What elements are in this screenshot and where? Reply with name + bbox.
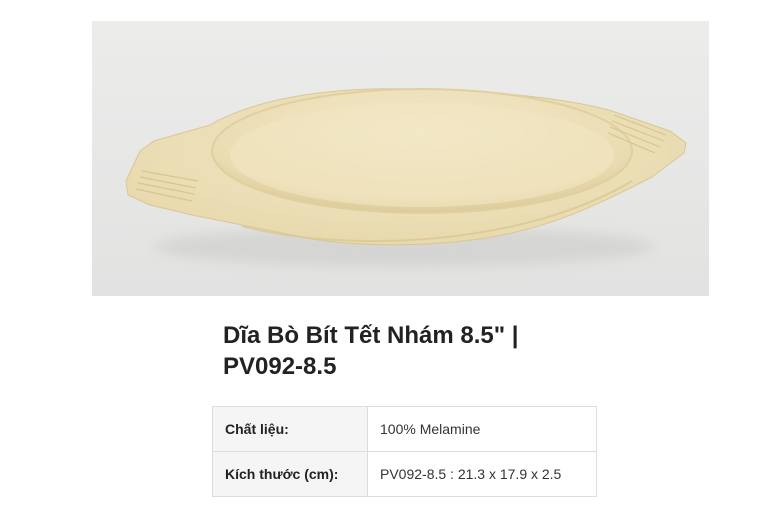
product-title-line1: Dĩa Bò Bít Tết Nhám 8.5" |: [223, 322, 519, 349]
spec-row-material: Chất liệu: 100% Melamine: [212, 406, 597, 452]
spec-value-material: 100% Melamine: [367, 406, 597, 452]
product-title-line2: PV092-8.5: [223, 353, 337, 380]
product-page: Dĩa Bò Bít Tết Nhám 8.5" | PV092-8.5 Chấ…: [0, 0, 781, 522]
spec-table: Chất liệu: 100% Melamine Kích thước (cm)…: [212, 406, 597, 497]
product-image: [92, 21, 709, 296]
product-title: Dĩa Bò Bít Tết Nhám 8.5" | PV092-8.5: [223, 320, 603, 382]
spec-row-size: Kích thước (cm): PV092-8.5 : 21.3 x 17.9…: [212, 451, 597, 497]
steak-plate-illustration: [125, 88, 687, 267]
spec-label-size: Kích thước (cm):: [212, 451, 368, 497]
spec-value-size: PV092-8.5 : 21.3 x 17.9 x 2.5: [367, 451, 597, 497]
spec-label-material: Chất liệu:: [212, 406, 368, 452]
